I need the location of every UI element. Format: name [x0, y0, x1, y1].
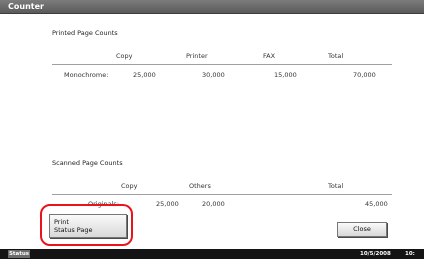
- printed-col-fax: FAX: [263, 52, 276, 60]
- status-button[interactable]: Status: [8, 250, 30, 258]
- close-button[interactable]: Close: [337, 222, 387, 237]
- scanned-page-counts-title: Scanned Page Counts: [52, 159, 123, 167]
- scanned-header-rule: [52, 194, 392, 195]
- status-date: 10/5/2008: [360, 251, 391, 257]
- title-bar: Counter: [0, 0, 424, 14]
- printed-col-copy: Copy: [116, 52, 133, 60]
- printed-copy-value: 25,000: [133, 71, 156, 79]
- scanned-copy-value: 25,000: [156, 200, 179, 208]
- window-title: Counter: [8, 2, 44, 11]
- scanned-others-value: 20,000: [202, 200, 225, 208]
- printed-header-rule: [52, 64, 392, 65]
- highlight-circle: [40, 204, 133, 246]
- scanned-col-copy: Copy: [121, 182, 138, 190]
- scanned-col-others: Others: [189, 182, 211, 190]
- status-bar: Status 10/5/2008 10:: [0, 249, 424, 259]
- status-time: 10:: [405, 251, 415, 257]
- scanned-total-value: 45,000: [365, 200, 388, 208]
- printed-col-printer: Printer: [186, 52, 208, 60]
- printed-total-value: 70,000: [353, 71, 376, 79]
- printed-page-counts-title: Printed Page Counts: [52, 29, 118, 37]
- scanned-col-total: Total: [328, 182, 344, 190]
- printed-row-label: Monochrome:: [64, 71, 109, 79]
- printed-col-total: Total: [328, 52, 344, 60]
- printed-printer-value: 30,000: [202, 71, 225, 79]
- printed-fax-value: 15,000: [274, 71, 297, 79]
